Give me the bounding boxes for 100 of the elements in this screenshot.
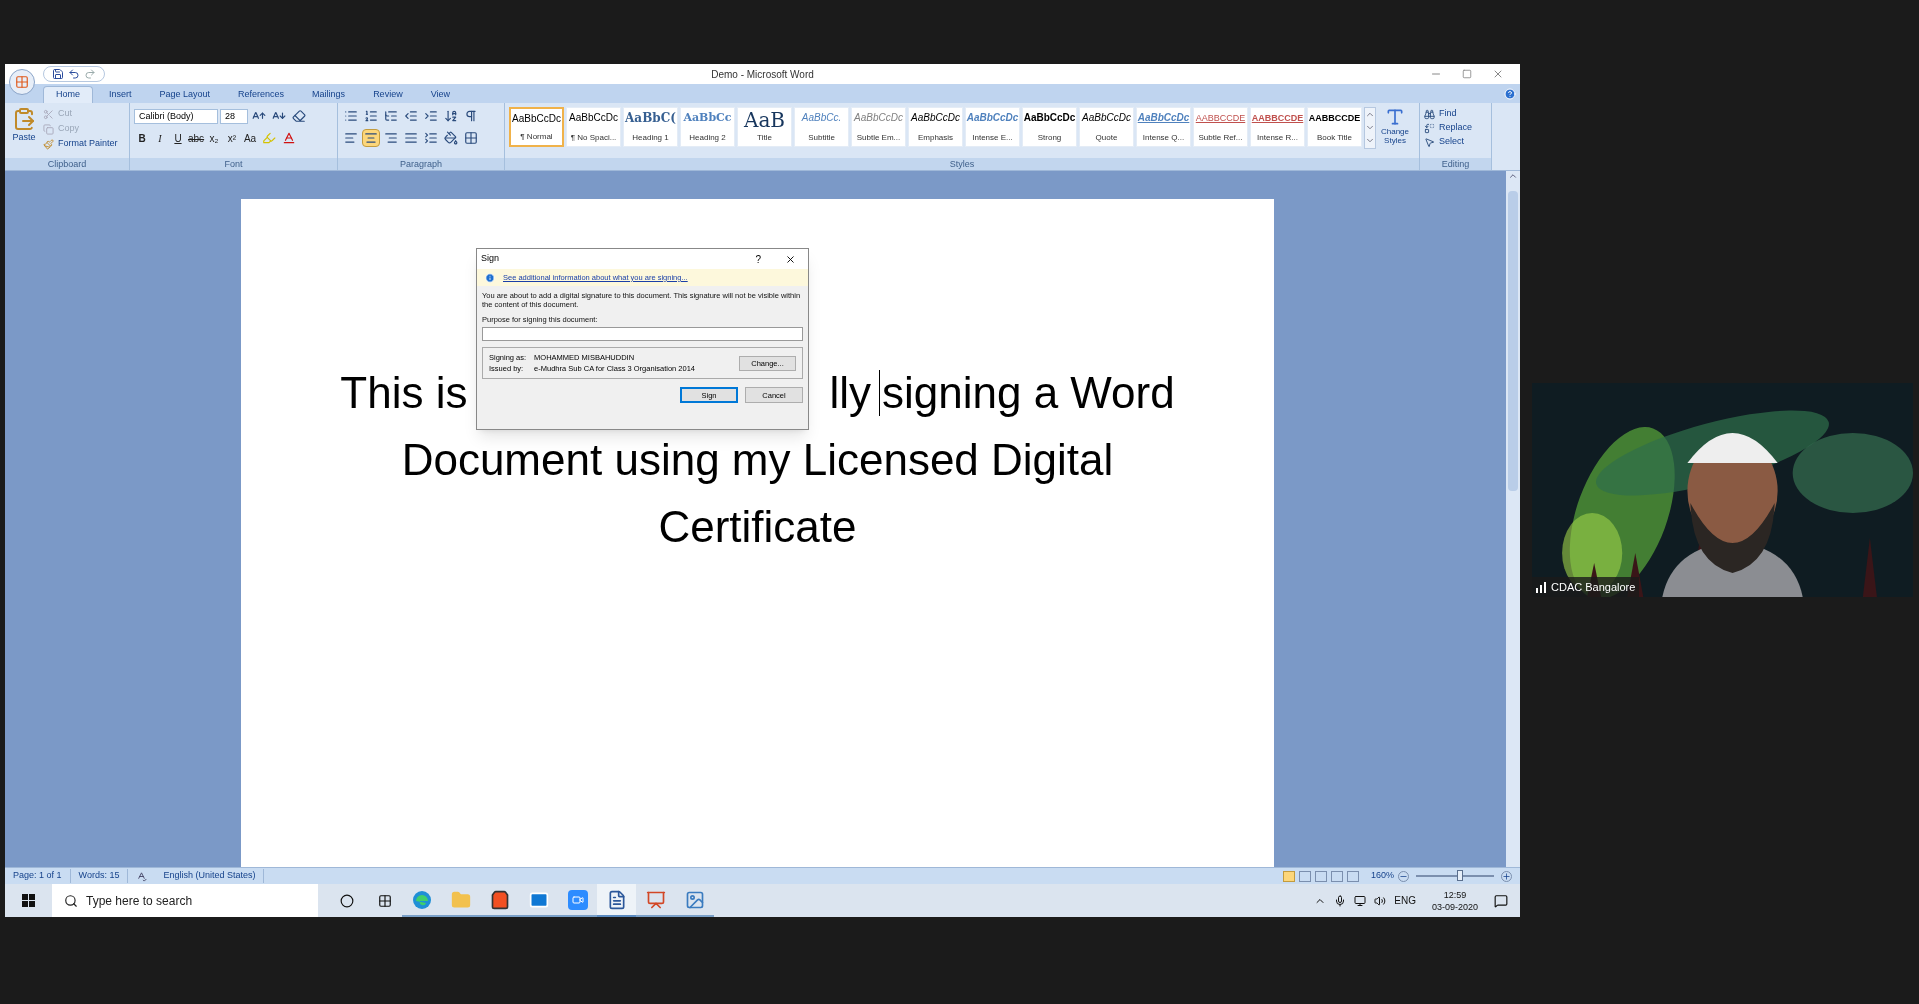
format-button[interactable]: B	[134, 130, 150, 146]
style-label: Title	[757, 132, 772, 144]
vertical-scrollbar[interactable]	[1506, 171, 1520, 867]
eraser-icon[interactable]	[290, 107, 308, 125]
align-button[interactable]	[362, 129, 380, 147]
format-button[interactable]: U	[170, 130, 186, 146]
format-button[interactable]: I	[152, 130, 168, 146]
redo-icon[interactable]	[84, 68, 96, 80]
group-label: Editing	[1420, 158, 1491, 170]
help-icon[interactable]	[1504, 88, 1516, 100]
style-swatch[interactable]: AABBCCDE Intense R...	[1250, 107, 1305, 147]
format-button[interactable]: x²	[224, 130, 240, 146]
style-label: Quote	[1095, 132, 1118, 144]
page-count[interactable]: Page: 1 of 1	[5, 869, 71, 883]
signal-icon	[1536, 581, 1547, 593]
style-swatch[interactable]: AABBCCDE Book Title	[1307, 107, 1362, 147]
letter-icon	[1385, 107, 1405, 127]
start-icon[interactable]	[22, 894, 35, 907]
reading-layout-icon[interactable]	[1298, 870, 1311, 882]
shading-icon[interactable]	[442, 129, 460, 147]
office-button-icon[interactable]	[9, 69, 35, 95]
word-count[interactable]: Words: 15	[70, 869, 129, 883]
folder-icon	[450, 889, 471, 910]
borders-icon[interactable]	[462, 129, 480, 147]
clipboard-item[interactable]: Format Painter	[43, 137, 118, 151]
scroll-thumb[interactable]	[1508, 191, 1518, 491]
presentation-icon	[645, 889, 666, 910]
ribbon-tab[interactable]: Insert	[97, 86, 144, 103]
taskbar-search-field[interactable]: Type here to search	[52, 884, 318, 917]
ribbon-tab[interactable]: View	[418, 86, 462, 103]
font-size-field[interactable]: 28	[220, 108, 248, 124]
style-swatch[interactable]: AaBbC( Heading 1	[623, 107, 678, 147]
close-icon[interactable]	[785, 253, 796, 265]
scroll-up-icon[interactable]	[1508, 171, 1518, 181]
paste-button[interactable]: Paste	[9, 107, 39, 158]
taskbar-app[interactable]	[597, 884, 636, 917]
style-swatch[interactable]: AaBbCcDc Strong	[1022, 107, 1077, 147]
editing-button[interactable]: Select	[1424, 135, 1473, 149]
input-language[interactable]: ENG	[1394, 893, 1416, 908]
font-name-field[interactable]: Calibri (Body)	[134, 108, 218, 124]
restore-icon[interactable]	[1462, 69, 1472, 79]
format-button[interactable]: x₂	[206, 130, 222, 146]
style-label: Intense E...	[972, 132, 1013, 144]
style-swatch[interactable]: AaBbCcDc Intense Q...	[1136, 107, 1191, 147]
style-preview: AABBCCDE	[1251, 112, 1304, 125]
ribbon-tab[interactable]: References	[226, 86, 297, 103]
zoom-slider-thumb[interactable]	[1456, 870, 1463, 881]
style-label: Intense R...	[1257, 132, 1298, 144]
style-label: Subtle Em...	[856, 132, 901, 144]
clipboard-icon	[12, 107, 36, 131]
help-button[interactable]: ?	[755, 251, 761, 267]
style-label: Heading 2	[689, 132, 726, 144]
volume-icon[interactable]	[1374, 894, 1387, 907]
draft-icon[interactable]	[1346, 870, 1359, 882]
style-swatch[interactable]: AaBbCc Heading 2	[680, 107, 735, 147]
style-swatch[interactable]: AaBbCcDc Quote	[1079, 107, 1134, 147]
save-icon[interactable]	[52, 68, 64, 80]
browser-icon	[411, 889, 432, 910]
style-preview: AaBbCcDc	[512, 112, 561, 126]
change-styles-button[interactable]: Change Styles	[1378, 107, 1412, 149]
ribbon-tab[interactable]: Home	[43, 86, 93, 103]
taskbar-clock[interactable]: 12:59 03-09-2020	[1423, 888, 1486, 913]
style-swatch[interactable]: AABBCCDE Subtle Ref...	[1193, 107, 1248, 147]
style-label: Subtitle	[808, 132, 835, 144]
format-button[interactable]: abc	[188, 130, 204, 146]
ribbon-tab[interactable]: Review	[361, 86, 415, 103]
style-label: ¶ No Spaci...	[570, 132, 617, 144]
format-button[interactable]: Aa	[242, 130, 258, 146]
style-swatch[interactable]: AaB Title	[737, 107, 792, 147]
style-preview: AaB	[743, 110, 786, 130]
notifications-icon[interactable]	[1494, 893, 1508, 908]
style-preview: AaBbCcDc	[569, 111, 618, 125]
style-swatch[interactable]: AaBbCcDc ¶ No Spaci...	[566, 107, 621, 147]
dialog-title: Sign	[481, 252, 499, 266]
ribbon-tab[interactable]: Page Layout	[147, 86, 223, 103]
zoom-in-icon[interactable]	[1501, 870, 1512, 882]
zoom-slider[interactable]	[1413, 869, 1497, 883]
purpose-field[interactable]	[482, 327, 803, 342]
outline-icon[interactable]	[1330, 870, 1343, 882]
language-status[interactable]: English (United States)	[155, 869, 265, 883]
editing-button[interactable]: Find	[1424, 107, 1473, 121]
search-icon	[64, 893, 78, 908]
style-swatch[interactable]: AaBbCc. Subtitle	[794, 107, 849, 147]
ribbon-tab[interactable]: Mailings	[300, 86, 358, 103]
zoom-level[interactable]: 160%	[1370, 869, 1394, 883]
web-layout-icon[interactable]	[1314, 870, 1327, 882]
group-label: Font	[130, 158, 337, 170]
proofing-icon[interactable]	[136, 870, 148, 882]
style-preview: AaBbCcDc	[854, 111, 903, 125]
style-preview: AaBbCcDc	[1137, 111, 1190, 125]
document-text: This is	[340, 366, 468, 419]
video-camera-icon	[567, 889, 588, 910]
editing-button[interactable]: Replace	[1424, 121, 1473, 135]
undo-icon[interactable]	[68, 68, 80, 80]
style-swatch[interactable]: AaBbCcDc ¶ Normal	[509, 107, 564, 147]
microphone-icon[interactable]	[1334, 894, 1347, 907]
style-preview: AaBbCcDc	[911, 111, 960, 125]
style-swatch[interactable]: AaBbCcDc Subtle Em...	[851, 107, 906, 147]
style-swatch[interactable]: AaBbCcDc Emphasis	[908, 107, 963, 147]
style-swatch[interactable]: AaBbCcDc Intense E...	[965, 107, 1020, 147]
